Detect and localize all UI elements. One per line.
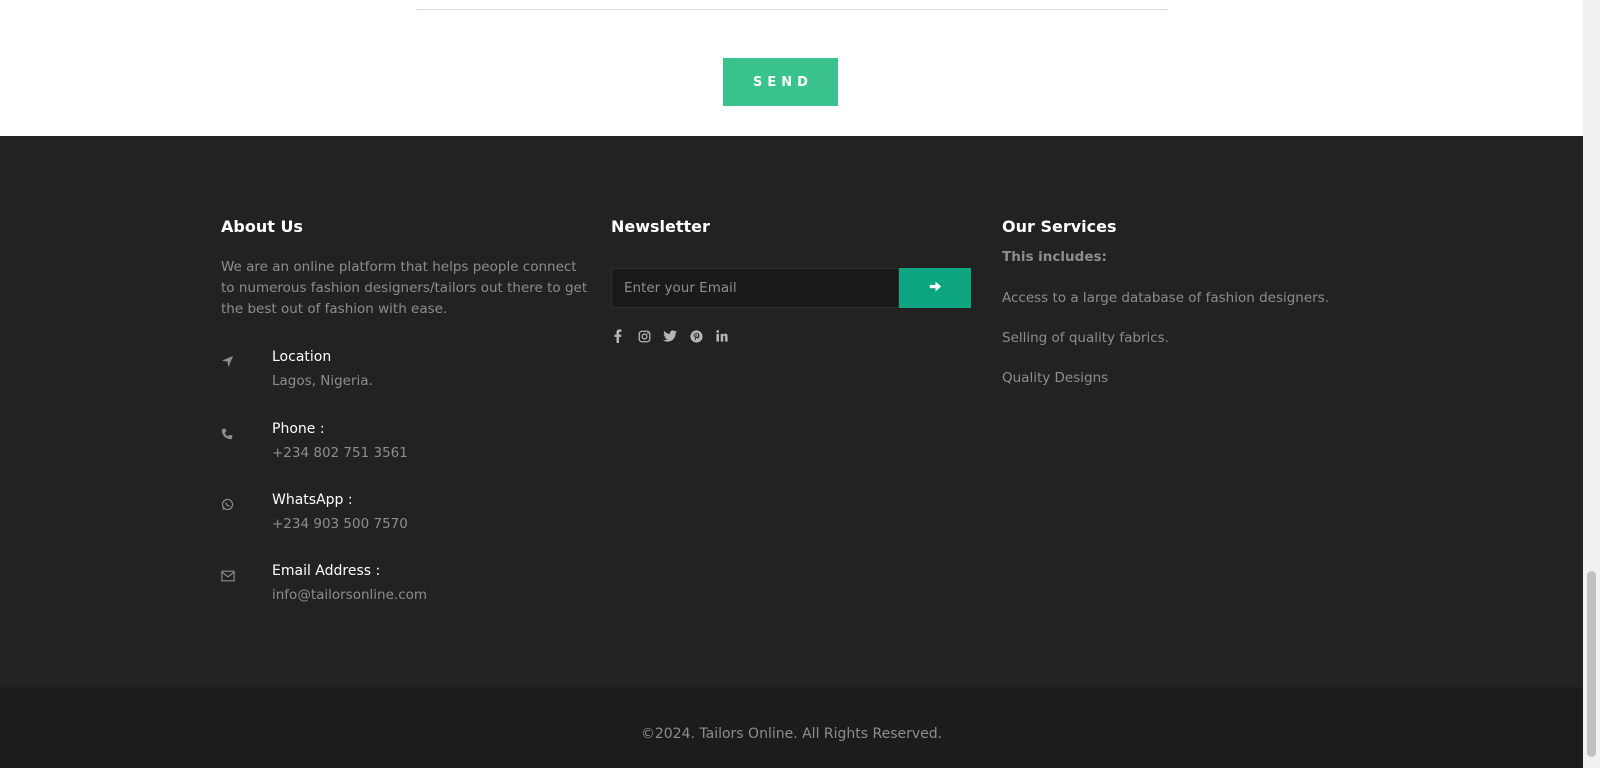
service-item: Selling of quality fabrics. — [1002, 330, 1169, 346]
arrow-right-icon — [929, 280, 942, 296]
services-title: Our Services — [1002, 217, 1117, 236]
copyright-text: ©2024. Tailors Online. All Rights Reserv… — [640, 726, 943, 742]
location-arrow-icon — [221, 353, 235, 368]
contact-value[interactable]: info@tailorsonline.com — [272, 587, 427, 603]
service-item: Access to a large database of fashion de… — [1002, 290, 1330, 306]
contact-location: Location Lagos, Nigeria. — [221, 349, 601, 399]
contact-whatsapp: WhatsApp : +234 903 500 7570 — [221, 492, 601, 542]
contact-label: Email Address : — [272, 563, 381, 579]
service-item: Quality Designs — [1002, 370, 1109, 386]
pinterest-icon[interactable] — [689, 329, 703, 343]
page-scrollbar[interactable] — [1583, 0, 1600, 768]
about-title: About Us — [221, 217, 303, 236]
send-button[interactable]: SEND — [723, 58, 838, 106]
contact-phone: Phone : +234 802 751 3561 — [221, 421, 601, 471]
envelope-icon — [221, 567, 235, 582]
newsletter-title: Newsletter — [611, 217, 710, 236]
linkedin-icon[interactable] — [715, 329, 729, 343]
contact-label: Phone : — [272, 421, 325, 437]
facebook-icon[interactable] — [611, 329, 625, 343]
contact-value: Lagos, Nigeria. — [272, 373, 373, 389]
footer: About Us We are an online platform that … — [0, 136, 1583, 687]
about-text: We are an online platform that helps peo… — [221, 259, 588, 317]
twitter-icon[interactable] — [663, 329, 677, 343]
newsletter-submit-button[interactable] — [899, 268, 971, 308]
newsletter-email-input[interactable] — [611, 268, 899, 308]
contact-label: Location — [272, 349, 332, 365]
contact-label: WhatsApp : — [272, 492, 353, 508]
social-links — [611, 329, 729, 343]
copyright-bar: ©2024. Tailors Online. All Rights Reserv… — [0, 687, 1583, 768]
message-field-underline[interactable] — [417, 9, 1167, 10]
scrollbar-thumb[interactable] — [1587, 571, 1596, 757]
instagram-icon[interactable] — [637, 329, 651, 343]
contact-value: +234 802 751 3561 — [272, 445, 408, 461]
contact-value: +234 903 500 7570 — [272, 516, 408, 532]
whatsapp-icon — [221, 496, 235, 511]
contact-form-section: SEND — [0, 0, 1583, 136]
contact-email: Email Address : info@tailorsonline.com — [221, 563, 601, 613]
services-subtitle: This includes: — [1002, 249, 1107, 265]
phone-icon — [221, 425, 235, 440]
